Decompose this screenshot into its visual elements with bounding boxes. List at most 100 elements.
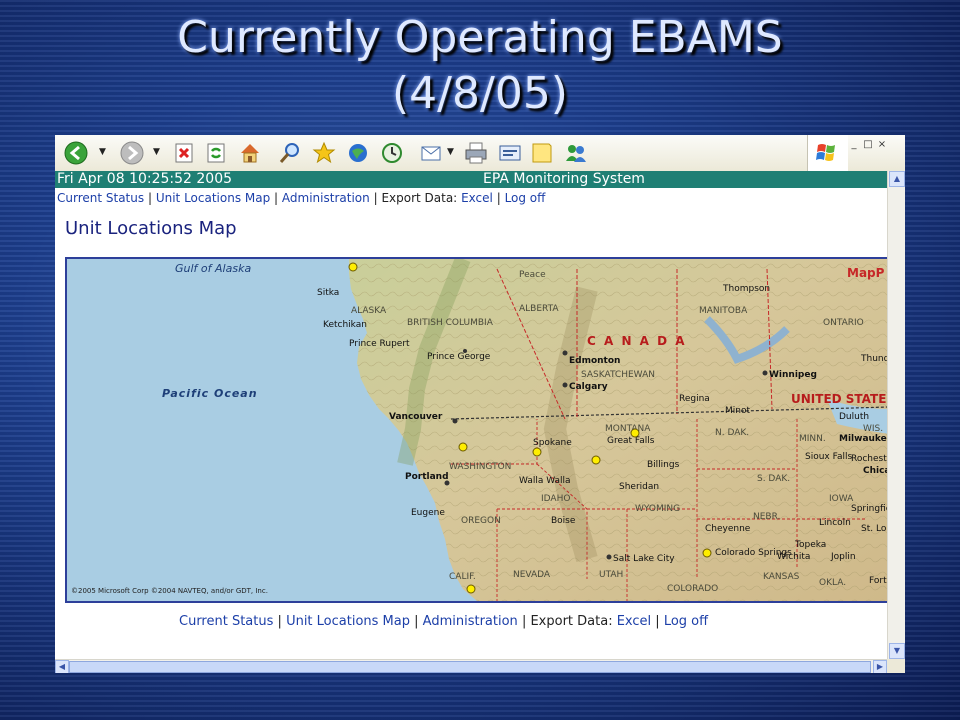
nav-separator: | — [521, 614, 527, 629]
status-bar: Fri Apr 08 10:25:52 2005 EPA Monitoring … — [55, 171, 887, 188]
city-label: Milwaukee — [839, 434, 887, 444]
favorites-icon[interactable] — [311, 140, 337, 166]
search-icon[interactable] — [277, 140, 303, 166]
forward-dropdown-icon[interactable]: ▼ — [153, 147, 160, 157]
region-label: KANSAS — [763, 572, 800, 582]
close-button[interactable]: × — [875, 139, 889, 150]
media-icon[interactable] — [345, 140, 371, 166]
horizontal-scrollbar[interactable]: ◀ ▶ — [55, 659, 887, 673]
forward-icon[interactable] — [119, 140, 145, 166]
restore-button[interactable]: □ — [861, 139, 875, 150]
region-label: NEVADA — [513, 570, 551, 580]
minimize-button[interactable]: _ — [847, 139, 861, 150]
region-label: WASHINGTON — [449, 462, 511, 472]
city-dot — [452, 418, 458, 424]
region-label: UTAH — [599, 570, 623, 580]
canada-label: C A N A D A — [587, 334, 687, 348]
unit-marker[interactable] — [348, 262, 358, 272]
region-label: COLORADO — [667, 584, 718, 594]
nav-separator: | — [147, 191, 152, 205]
region-label: WIS. — [863, 424, 883, 434]
nav-separator: | — [373, 191, 378, 205]
city-label: Edmonton — [569, 356, 620, 366]
unit-marker[interactable] — [532, 447, 542, 457]
city-label: Colorado Springs — [715, 548, 792, 558]
city-label: Sitka — [317, 288, 339, 298]
united-states-label: UNITED STATE — [791, 392, 886, 406]
region-label: BRITISH COLUMBIA — [407, 318, 494, 328]
city-label: Prince Rupert — [349, 339, 410, 349]
mail-icon[interactable] — [419, 140, 445, 166]
back-icon[interactable] — [63, 140, 89, 166]
city-label: St. Louis — [861, 524, 887, 534]
discuss-icon[interactable] — [529, 140, 555, 166]
unit-marker[interactable] — [630, 428, 640, 438]
unit-marker[interactable] — [702, 548, 712, 558]
scroll-right-icon[interactable]: ▶ — [873, 660, 887, 673]
nav-excel[interactable]: Excel — [461, 191, 493, 205]
unit-marker[interactable] — [466, 584, 476, 594]
unit-locations-map[interactable]: Gulf of Alaska Pacific Ocean C A N A D A… — [65, 257, 887, 603]
stop-icon[interactable] — [171, 140, 197, 166]
region-label: SASKATCHEWAN — [581, 370, 655, 380]
nav-export-data-label: Export Data: — [381, 191, 458, 205]
nav-log-off[interactable]: Log off — [505, 191, 546, 205]
nav-excel[interactable]: Excel — [617, 614, 651, 629]
refresh-icon[interactable] — [203, 140, 229, 166]
nav-log-off[interactable]: Log off — [664, 614, 708, 629]
region-label: ONTARIO — [823, 318, 864, 328]
city-label: Lincoln — [819, 518, 851, 528]
region-label: ALASKA — [351, 306, 387, 316]
status-system-name: EPA Monitoring System — [483, 171, 645, 187]
nav-unit-locations-map[interactable]: Unit Locations Map — [286, 614, 410, 629]
vertical-scrollbar[interactable]: ▲ ▼ — [887, 171, 905, 659]
back-dropdown-icon[interactable]: ▼ — [99, 147, 106, 157]
city-label: Spokane — [533, 438, 572, 448]
scroll-down-icon[interactable]: ▼ — [889, 643, 905, 659]
pacific-ocean-label: Pacific Ocean — [162, 387, 258, 400]
region-label: OKLA. — [819, 578, 846, 588]
city-label: Fort Smith — [869, 576, 887, 586]
city-label: Thunder Bay — [860, 354, 887, 364]
scrollbar-corner — [887, 659, 905, 673]
history-icon[interactable] — [379, 140, 405, 166]
nav-current-status[interactable]: Current Status — [179, 614, 273, 629]
gulf-of-alaska-label: Gulf of Alaska — [175, 262, 251, 275]
nav-administration[interactable]: Administration — [282, 191, 370, 205]
windows-logo-icon — [807, 135, 848, 171]
city-label: Rochester — [851, 454, 887, 464]
print-icon[interactable] — [463, 140, 489, 166]
messenger-icon[interactable] — [563, 140, 589, 166]
scroll-up-icon[interactable]: ▲ — [889, 171, 905, 187]
map-copyright: ©2005 Microsoft Corp ©2004 NAVTEQ, and/o… — [71, 587, 268, 595]
home-icon[interactable] — [237, 140, 263, 166]
city-label: Billings — [647, 460, 680, 470]
region-label: MONTANA — [605, 424, 651, 434]
city-label: Eugene — [411, 508, 445, 518]
scroll-left-icon[interactable]: ◀ — [55, 660, 69, 673]
city-label: Great Falls — [607, 436, 655, 446]
city-dot — [562, 350, 568, 356]
nav-current-status[interactable]: Current Status — [57, 191, 144, 205]
city-label: Boise — [551, 516, 576, 526]
mail-dropdown-icon[interactable]: ▼ — [447, 147, 454, 157]
unit-marker[interactable] — [591, 455, 601, 465]
region-label: ALBERTA — [519, 304, 559, 314]
nav-separator: | — [655, 614, 660, 629]
edit-icon[interactable] — [497, 140, 523, 166]
city-label: Topeka — [794, 540, 826, 550]
nav-separator: | — [496, 191, 501, 205]
city-dot — [444, 480, 450, 486]
page-heading: Unit Locations Map — [65, 218, 237, 239]
region-label: IDAHO — [541, 494, 570, 504]
nav-unit-locations-map[interactable]: Unit Locations Map — [156, 191, 270, 205]
region-label: OREGON — [461, 516, 501, 526]
window-buttons: _ □ × — [847, 139, 889, 150]
city-dot — [463, 349, 467, 353]
unit-marker[interactable] — [458, 442, 468, 452]
region-label: CALIF. — [449, 572, 476, 582]
horizontal-scroll-thumb[interactable] — [69, 661, 871, 673]
nav-export-data-label: Export Data: — [530, 614, 613, 629]
nav-administration[interactable]: Administration — [423, 614, 518, 629]
slide-title-line2: (4/8/05) — [392, 68, 568, 119]
